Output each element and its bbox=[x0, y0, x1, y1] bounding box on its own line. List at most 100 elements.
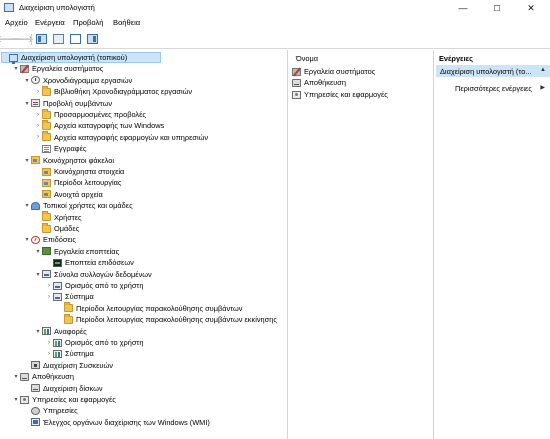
close-button[interactable]: ✕ bbox=[514, 0, 548, 16]
tree-item[interactable]: ▾ Αποθήκευση bbox=[12, 371, 73, 382]
chevron-right-icon[interactable]: › bbox=[34, 134, 42, 140]
folder-icon bbox=[42, 119, 51, 130]
results-item-system-tools[interactable]: Εργαλεία συστήματος bbox=[292, 66, 375, 77]
tree-item[interactable]: ▾ Κοινόχρηστοι φάκελοι bbox=[23, 155, 114, 166]
tree-item[interactable]: ▾ Εργαλεία εποπτείας bbox=[34, 246, 119, 257]
tree-item[interactable]: Διαχείριση Συσκευών bbox=[23, 360, 113, 371]
chevron-down-icon[interactable]: ▾ bbox=[23, 202, 31, 209]
services-icon bbox=[20, 395, 29, 404]
users-icon bbox=[31, 201, 40, 210]
chevron-right-icon[interactable]: › bbox=[45, 283, 53, 289]
tree-item[interactable]: › Αρχεία καταγραφής των Windows bbox=[34, 119, 164, 131]
results-item-label: Υπηρεσίες και εφαρμογές bbox=[304, 90, 388, 99]
toolbar: 🡐 🡒 bbox=[0, 30, 550, 49]
tree-item[interactable]: › Ορισμός από το χρήστη bbox=[45, 337, 143, 348]
name-column-header[interactable]: Όνομα bbox=[296, 54, 318, 63]
menu-file[interactable]: Αρχείο bbox=[5, 18, 28, 27]
title-bar: Διαχείριση υπολογιστή — ☐ ✕ bbox=[0, 0, 550, 16]
chevron-down-icon[interactable]: ▾ bbox=[23, 157, 31, 164]
chevron-down-icon[interactable]: ▾ bbox=[34, 248, 42, 255]
results-item-storage[interactable]: Αποθήκευση bbox=[292, 77, 346, 88]
tree-item-label: Κοινόχρηστα στοιχεία bbox=[54, 167, 125, 176]
export-list-button[interactable] bbox=[52, 33, 65, 45]
chevron-down-icon[interactable]: ▾ bbox=[23, 77, 31, 84]
tree-item[interactable]: Εγγραφές bbox=[34, 143, 86, 154]
chevron-down-icon[interactable]: ▾ bbox=[12, 396, 20, 403]
actions-section-computer-management[interactable]: Διαχείριση υπολογιστή (το... ▲ bbox=[436, 65, 550, 77]
chevron-down-icon[interactable]: ▾ bbox=[34, 328, 42, 335]
window-title: Διαχείριση υπολογιστή bbox=[19, 3, 95, 12]
show-hide-console-tree-button[interactable] bbox=[35, 33, 48, 45]
tree-item[interactable]: Κοινόχρηστα στοιχεία bbox=[34, 166, 124, 177]
tree-item-label: Περίοδοι λειτουργίας παρακολούθησης συμβ… bbox=[76, 303, 243, 313]
tree-item[interactable]: ▾ Υπηρεσίες και εφαρμογές bbox=[12, 394, 116, 405]
tree-item[interactable]: ▾ Εργαλεία συστήματος bbox=[12, 63, 103, 74]
folder-icon bbox=[64, 313, 73, 324]
tree-item[interactable]: › Σύστημα bbox=[45, 291, 94, 302]
more-actions-item[interactable]: Περισσότερες ενέργειες ▶ bbox=[436, 82, 550, 94]
tree-item[interactable]: Υπηρεσίες bbox=[23, 405, 78, 416]
tree-item[interactable]: Ανοιχτά αρχεία bbox=[34, 189, 103, 200]
tree-item-label: Ομάδες bbox=[54, 224, 80, 233]
tree-item[interactable]: › Σύστημα bbox=[45, 348, 94, 359]
menu-action[interactable]: Ενέργεια bbox=[35, 18, 65, 27]
tree-item-label: Σύνολα συλλογών δεδομένων bbox=[54, 269, 152, 279]
chevron-right-icon[interactable]: › bbox=[45, 340, 53, 346]
chevron-down-icon[interactable]: ▾ bbox=[12, 65, 20, 72]
chevron-down-icon[interactable]: ▾ bbox=[23, 236, 31, 243]
menu-help[interactable]: Βοήθεια bbox=[113, 18, 140, 27]
tree-item[interactable]: Ομάδες bbox=[34, 222, 80, 234]
tree-item[interactable]: › Αρχεία καταγραφής εφαρμογών και υπηρεσι… bbox=[34, 131, 208, 143]
tree-item[interactable]: ▾ Επιδόσεις bbox=[23, 234, 75, 245]
chevron-right-icon[interactable]: › bbox=[45, 294, 53, 300]
chevron-right-icon[interactable]: › bbox=[34, 123, 42, 129]
clock-icon bbox=[31, 76, 40, 85]
tree-item[interactable]: ▾ Σύνολα συλλογών δεδομένων bbox=[34, 269, 152, 280]
tree-item[interactable]: Εποπτεία επιδόσεων bbox=[45, 257, 134, 268]
chevron-right-icon[interactable]: › bbox=[34, 89, 42, 95]
tree-item-label: Ορισμός από το χρήστη bbox=[65, 281, 144, 290]
tree-item[interactable]: ▾ Τοπικοί χρήστες και ομάδες bbox=[23, 200, 133, 211]
tree-item-label: Διαχείριση δίσκων bbox=[43, 383, 103, 393]
tree-item-label: Υπηρεσίες και εφαρμογές bbox=[32, 395, 116, 404]
results-item-services-applications[interactable]: Υπηρεσίες και εφαρμογές bbox=[292, 89, 388, 100]
tools-icon bbox=[292, 67, 301, 76]
computer-management-icon bbox=[4, 3, 14, 12]
shared-folder-icon bbox=[31, 156, 40, 165]
tree-item[interactable]: ▾ Χρονοδιάγραμμα εργασιών bbox=[23, 75, 132, 86]
tree-item[interactable]: Περίοδοι λειτουργίας παρακολούθησης συμβ… bbox=[56, 302, 243, 314]
minimize-button[interactable]: — bbox=[446, 0, 480, 16]
chevron-down-icon[interactable]: ▾ bbox=[34, 271, 42, 278]
actions-pane: Ενέργειες Διαχείριση υπολογιστή (το... ▲… bbox=[436, 50, 550, 439]
menu-view[interactable]: Προβολή bbox=[73, 18, 104, 27]
tree-item[interactable]: Χρήστες bbox=[34, 211, 82, 223]
help-button[interactable] bbox=[69, 33, 82, 45]
chevron-down-icon[interactable]: ▾ bbox=[12, 373, 20, 380]
tree-item[interactable]: ▾ Προβολή συμβάντων bbox=[23, 98, 112, 109]
forward-button[interactable]: 🡒 bbox=[9, 33, 33, 45]
tree-item-label: Χρονοδιάγραμμα εργασιών bbox=[43, 75, 133, 85]
shared-folder-icon bbox=[42, 167, 51, 176]
tree-item[interactable]: Διαχείριση δίσκων bbox=[23, 383, 103, 394]
tree-item-label: Εποπτεία επιδόσεων bbox=[65, 258, 134, 268]
chevron-right-icon[interactable]: › bbox=[45, 351, 53, 357]
chevron-down-icon[interactable]: ▾ bbox=[23, 100, 31, 107]
tree-item-label: Διαχείριση Συσκευών bbox=[43, 360, 113, 370]
folder-icon bbox=[42, 211, 51, 222]
tree-item[interactable]: Περίοδοι λειτουργίας bbox=[34, 177, 121, 188]
tree-item[interactable]: ▾ Αναφορές bbox=[34, 326, 86, 337]
toolbar-separator bbox=[31, 34, 32, 45]
chevron-right-icon[interactable]: › bbox=[34, 112, 42, 118]
tree-item[interactable]: › Προσαρμοσμένες προβολές bbox=[34, 108, 146, 120]
maximize-button[interactable]: ☐ bbox=[480, 0, 514, 16]
tree-item[interactable]: Διαχείριση υπολογιστή (τοπικού) bbox=[1, 52, 161, 64]
tree-item[interactable]: Περίοδοι λειτουργίας παρακολούθησης συμβ… bbox=[56, 313, 277, 325]
tree-item-label: Κοινόχρηστοι φάκελοι bbox=[43, 155, 114, 165]
tree-item-label: Σύστημα bbox=[65, 292, 94, 302]
tree-item[interactable]: › Βιβλιοθήκη Χρονοδιαγράμματος εργασιών bbox=[34, 85, 192, 97]
tree-item-label: Τοπικοί χρήστες και ομάδες bbox=[43, 201, 133, 211]
tree-item[interactable]: › Ορισμός από το χρήστη bbox=[45, 280, 143, 291]
show-hide-action-pane-button[interactable] bbox=[86, 33, 99, 45]
collapse-icon[interactable]: ▲ bbox=[540, 67, 546, 73]
tree-item[interactable]: Έλεγχος οργάνων διαχείρισης των Windows … bbox=[23, 417, 210, 428]
